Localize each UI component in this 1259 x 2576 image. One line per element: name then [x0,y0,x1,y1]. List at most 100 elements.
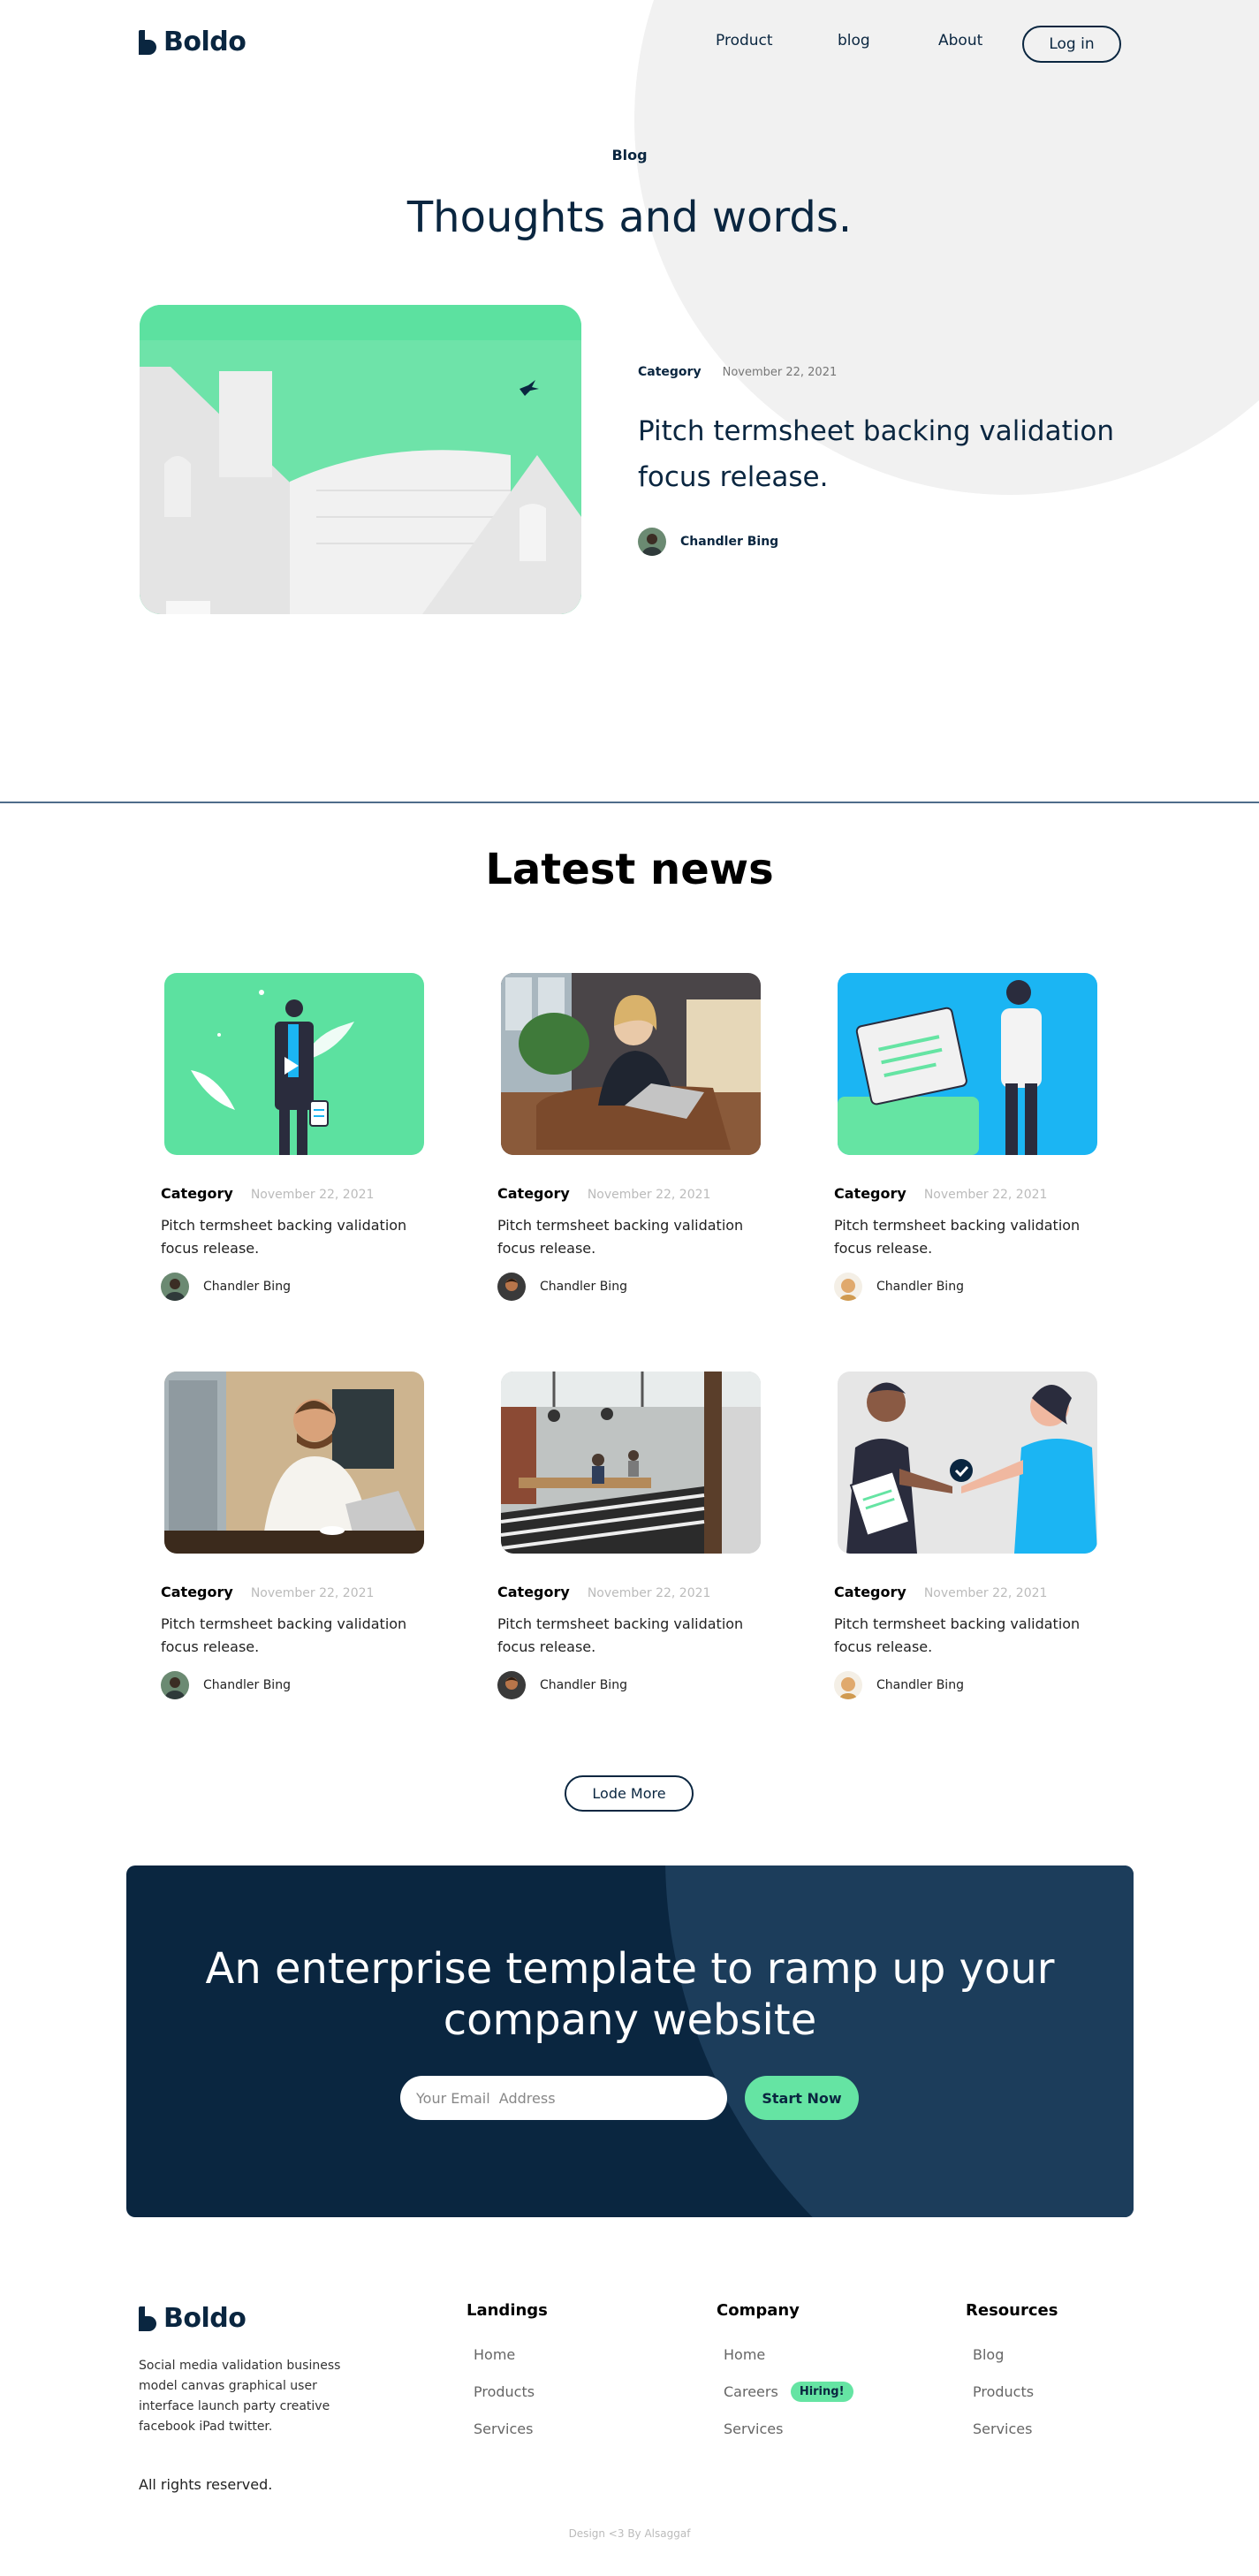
houses-illustration-icon [140,305,581,614]
news-card[interactable]: Category November 22, 2021 Pitch termshe… [497,1372,762,1699]
footer-logo[interactable]: Boldo [139,2303,246,2334]
news-card[interactable]: Category November 22, 2021 Pitch termshe… [161,1372,426,1699]
author-name: Chandler Bing [540,1678,627,1692]
footer-link-services[interactable]: Services [966,2410,1058,2447]
featured-title[interactable]: Pitch termsheet backing validation focus… [638,408,1133,500]
footer-link-careers[interactable]: Careers Hiring! [717,2373,853,2410]
boldo-logo-icon [139,2306,156,2331]
footer-link-label: Careers [724,2382,778,2400]
news-card-title[interactable]: Pitch termsheet backing validation focus… [834,1613,1090,1659]
featured-author[interactable]: Chandler Bing [638,528,778,556]
author-name: Chandler Bing [540,1280,627,1294]
news-card-image[interactable] [164,973,424,1155]
author-avatar [161,1671,189,1699]
page-title: Thoughts and words. [406,193,853,242]
footer-link-products[interactable]: Products [966,2373,1058,2410]
news-card-category[interactable]: Category [161,1185,233,1202]
author-avatar [497,1273,526,1301]
news-card-author[interactable]: Chandler Bing [497,1671,762,1699]
footer-link-label: Services [474,2420,534,2437]
blog-eyebrow: Blog [611,147,648,163]
news-card-image[interactable] [838,973,1097,1155]
news-card-title[interactable]: Pitch termsheet backing validation focus… [497,1214,754,1260]
footer-link-services[interactable]: Services [717,2410,853,2447]
news-card-meta: Category November 22, 2021 [834,1584,1099,1600]
news-card-image[interactable] [501,1372,761,1554]
email-input[interactable] [400,2076,727,2120]
hiring-badge: Hiring! [790,2381,853,2402]
man-phone-photo-icon [164,1372,424,1554]
news-card-date: November 22, 2021 [587,1586,711,1600]
footer-link-products[interactable]: Products [466,2373,548,2410]
section-divider [0,802,1259,803]
featured-image[interactable] [140,305,581,614]
featured-date: November 22, 2021 [722,366,838,379]
login-button[interactable]: Log in [1022,26,1121,63]
latest-news-title: Latest news [485,845,774,894]
author-name: Chandler Bing [876,1280,964,1294]
news-card-title[interactable]: Pitch termsheet backing validation focus… [834,1214,1090,1260]
author-name: Chandler Bing [203,1678,291,1692]
author-name: Chandler Bing [680,535,779,549]
news-card-image[interactable] [838,1372,1097,1554]
news-card-author[interactable]: Chandler Bing [161,1273,426,1301]
handshake-illustration-icon [838,1372,1097,1554]
news-card-meta: Category November 22, 2021 [161,1185,426,1202]
nav-blog[interactable]: blog [838,32,870,49]
footer-link-home[interactable]: Home [717,2336,853,2373]
news-card-meta: Category November 22, 2021 [834,1185,1099,1202]
footer-link-label: Home [724,2345,766,2363]
footer-link-blog[interactable]: Blog [966,2336,1058,2373]
footer-column-title: Company [717,2301,800,2320]
load-more-button[interactable]: Lode More [565,1775,694,1812]
footer-link-label: Products [474,2382,535,2400]
cta-title: An enterprise template to ramp up your c… [205,1944,1055,2045]
news-card[interactable]: Category November 22, 2021 Pitch termshe… [497,973,762,1301]
man-phone-illustration-icon [164,973,424,1155]
news-card-author[interactable]: Chandler Bing [497,1273,762,1301]
news-card[interactable]: Category November 22, 2021 Pitch termshe… [834,973,1099,1301]
news-card-author[interactable]: Chandler Bing [161,1671,426,1699]
brand-name: Boldo [163,27,246,57]
footer-link-services[interactable]: Services [466,2410,548,2447]
news-card-category[interactable]: Category [497,1185,570,1202]
news-card-category[interactable]: Category [834,1185,906,1202]
news-card-title[interactable]: Pitch termsheet backing validation focus… [497,1613,754,1659]
boldo-logo-icon [139,29,156,55]
design-credit: Design <3 By Alsaggaf [568,2527,691,2540]
news-card[interactable]: Category November 22, 2021 Pitch termshe… [161,973,426,1301]
news-card-author[interactable]: Chandler Bing [834,1671,1099,1699]
author-avatar [497,1671,526,1699]
brand-logo[interactable]: Boldo [139,27,246,57]
nav-product[interactable]: Product [716,32,773,49]
author-avatar [161,1273,189,1301]
footer-link-home[interactable]: Home [466,2336,548,2373]
nav-about[interactable]: About [938,32,982,49]
footer-column-title: Landings [466,2301,548,2320]
news-card[interactable]: Category November 22, 2021 Pitch termshe… [834,1372,1099,1699]
featured-meta: Category November 22, 2021 [638,365,837,379]
news-card-author[interactable]: Chandler Bing [834,1273,1099,1301]
footer-column-landings: Landings Home Products Services [466,2301,548,2447]
news-card-title[interactable]: Pitch termsheet backing validation focus… [161,1214,417,1260]
news-card-meta: Category November 22, 2021 [497,1584,762,1600]
author-name: Chandler Bing [203,1280,291,1294]
start-now-button[interactable]: Start Now [745,2076,859,2120]
news-card-meta: Category November 22, 2021 [161,1584,426,1600]
news-card-image[interactable] [164,1372,424,1554]
news-card-category[interactable]: Category [161,1584,233,1600]
news-card-meta: Category November 22, 2021 [497,1185,762,1202]
news-card-date: November 22, 2021 [587,1188,711,1202]
news-card-image[interactable] [501,973,761,1155]
featured-category[interactable]: Category [638,365,702,379]
footer-column-title: Resources [966,2301,1058,2320]
news-card-category[interactable]: Category [834,1584,906,1600]
author-avatar [638,528,666,556]
author-avatar [834,1273,862,1301]
footer-column-resources: Resources Blog Products Services [966,2301,1058,2447]
author-avatar [834,1671,862,1699]
news-card-category[interactable]: Category [497,1584,570,1600]
footer-link-label: Services [724,2420,784,2437]
news-card-title[interactable]: Pitch termsheet backing validation focus… [161,1613,417,1659]
news-card-date: November 22, 2021 [250,1586,375,1600]
